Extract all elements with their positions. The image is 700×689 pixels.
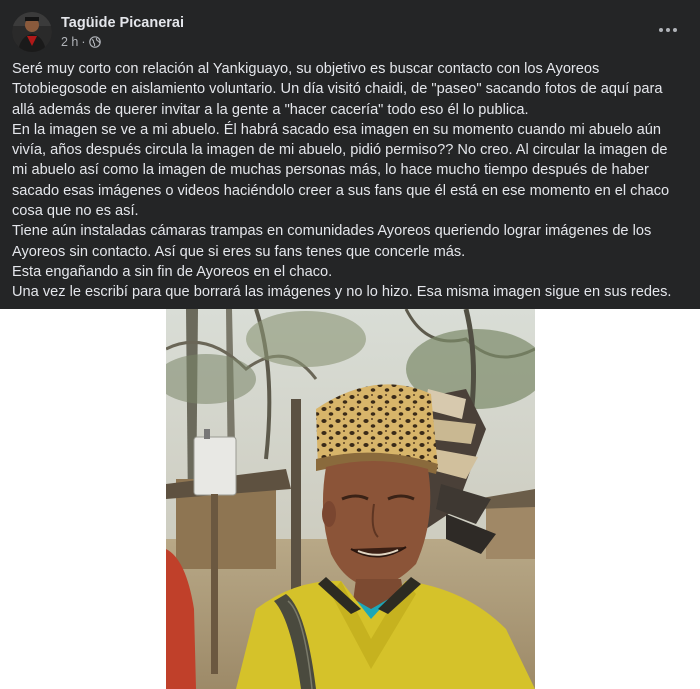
post-text-line: Tiene aún instaladas cámaras trampas en … xyxy=(12,223,652,240)
post-header: Tagüide Picanerai 2 h · xyxy=(12,10,688,54)
post-text-line: cosa que no es así. xyxy=(12,203,139,220)
post-text-line: allá además de querer invitar a la gente… xyxy=(12,101,529,118)
post-photo[interactable] xyxy=(166,309,535,689)
post-card: Tagüide Picanerai 2 h · Seré muy corto c… xyxy=(0,0,700,689)
author-avatar[interactable] xyxy=(12,12,52,52)
author-name[interactable]: Tagüide Picanerai xyxy=(61,14,184,32)
post-text-line: En la imagen se ve a mi abuelo. Él habrá… xyxy=(12,121,662,138)
post-text-line: sacado esas imágenes o videos haciéndolo… xyxy=(12,182,670,199)
post-subline: 2 h · xyxy=(61,34,184,50)
avatar-image xyxy=(12,12,52,52)
separator-dot: · xyxy=(81,35,86,49)
post-meta: Tagüide Picanerai 2 h · xyxy=(61,14,184,50)
post-text-line: Esta engañando a sin fin de Ayoreos en e… xyxy=(12,263,333,280)
post-text-line: Totobiegosode en aislamiento voluntario.… xyxy=(12,81,663,98)
post-time[interactable]: 2 h xyxy=(61,34,78,50)
post-text: Seré muy corto con relación al Yankiguay… xyxy=(12,59,692,303)
post-text-line: mi abuelo así como la imagen de muchas p… xyxy=(12,162,649,179)
more-options-icon[interactable] xyxy=(654,18,682,42)
post-text-line: Seré muy corto con relación al Yankiguay… xyxy=(12,61,600,77)
post-text-line: Ayoreos sin contacto. Así que si eres su… xyxy=(12,243,466,260)
post-media[interactable] xyxy=(0,309,700,689)
photo-elder-with-headdress xyxy=(166,309,535,689)
post-text-line: Una vez le escribí para que borrará las … xyxy=(12,284,672,301)
globe-icon[interactable] xyxy=(88,36,101,48)
post-text-line: vivía, años después circula la imagen de… xyxy=(12,142,668,159)
